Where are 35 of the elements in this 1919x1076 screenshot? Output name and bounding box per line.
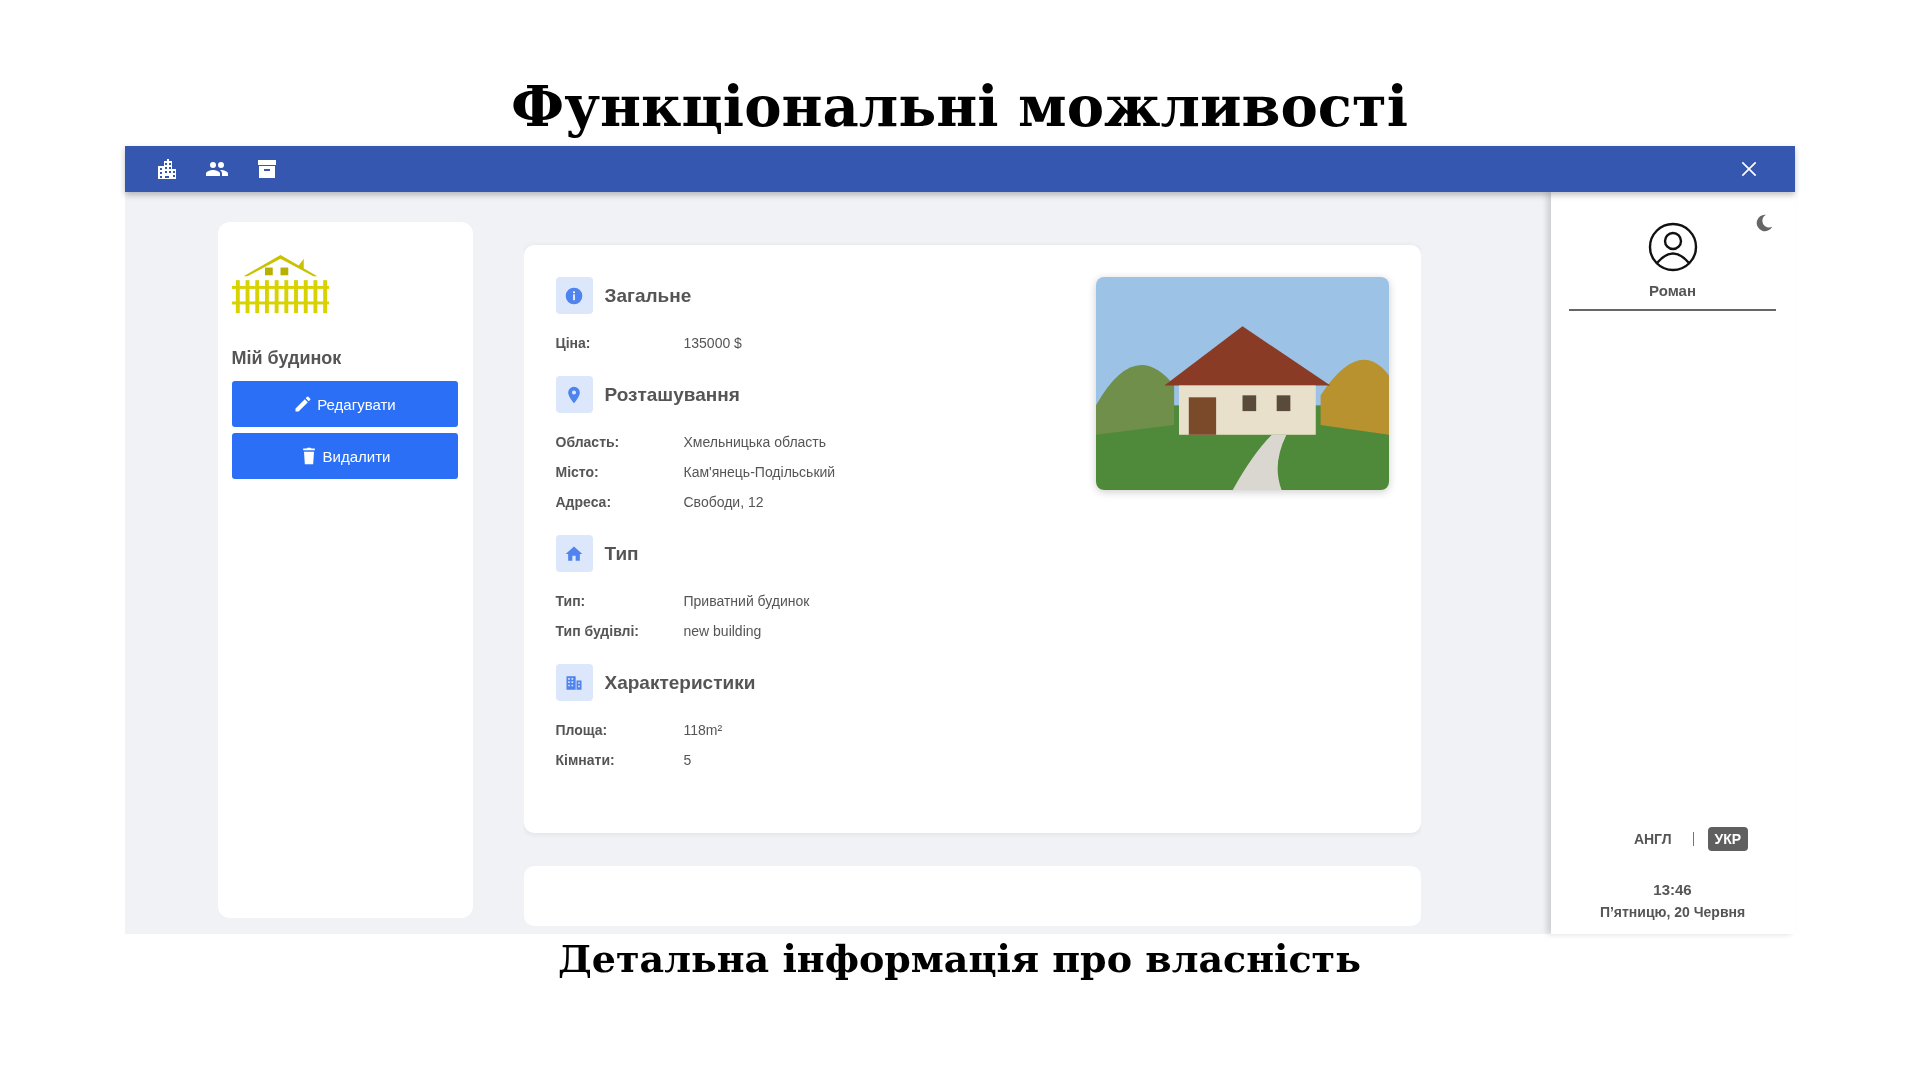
- delete-button[interactable]: Видалити: [231, 433, 458, 479]
- field-label: Тип:: [555, 593, 587, 609]
- language-option[interactable]: АНГЛ: [1626, 827, 1679, 851]
- field-value: Свободи, 12: [683, 494, 764, 510]
- section-title: Загальне: [604, 284, 692, 307]
- field-value: 5: [683, 752, 692, 768]
- field-value: Приватний будинок: [683, 593, 810, 609]
- field-label: Тип будівлі:: [555, 623, 640, 639]
- field-label: Область:: [555, 434, 621, 450]
- property-name: Мій будинок: [231, 348, 342, 369]
- slide-title: Функціональні можливості: [511, 72, 1408, 141]
- clock-time: 13:46: [1653, 881, 1692, 898]
- section-title: Розташування: [604, 383, 740, 406]
- field-value: Кам'янець-Подільський: [683, 464, 836, 480]
- field-label: Ціна:: [555, 335, 592, 351]
- field-label: Кімнати:: [555, 752, 616, 768]
- field-label: Адреса:: [555, 494, 613, 510]
- home-icon: [555, 535, 593, 572]
- field-value: Хмельницька область: [683, 434, 827, 450]
- field-label: Місто:: [555, 464, 600, 480]
- field-value: 118m²: [683, 722, 723, 738]
- field-label: Площа:: [555, 722, 609, 738]
- language-option[interactable]: УКР: [1707, 827, 1749, 851]
- slide-caption: Детальна інформація про власність: [558, 936, 1361, 981]
- building-icon: [555, 664, 593, 701]
- section-title: Тип: [604, 542, 639, 565]
- field-value: new building: [683, 623, 762, 639]
- info-icon: [555, 277, 593, 314]
- user-avatar-icon[interactable]: [1647, 222, 1698, 272]
- section-title: Характеристики: [604, 671, 756, 694]
- field-value: 135000 $: [683, 335, 742, 351]
- user-name: Роман: [1649, 282, 1696, 299]
- edit-button[interactable]: Редагувати: [231, 381, 458, 427]
- location-pin-icon: [555, 376, 593, 413]
- clock-date: П’ятницю, 20 Червня: [1599, 904, 1746, 920]
